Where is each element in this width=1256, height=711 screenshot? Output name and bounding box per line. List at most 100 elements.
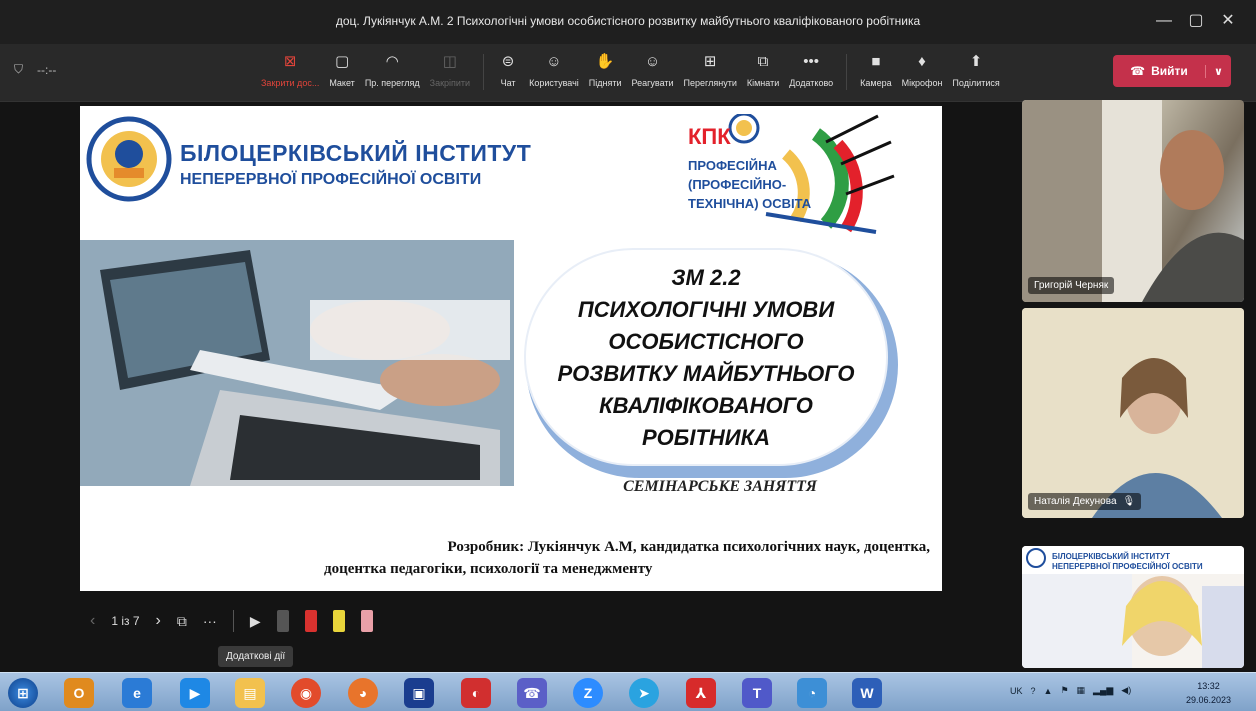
clock-date: 29.06.2023 bbox=[1186, 695, 1232, 705]
close-icon[interactable]: ✕ bbox=[1214, 10, 1242, 32]
pen-red-icon[interactable] bbox=[304, 610, 317, 632]
viber-icon[interactable]: ☎ bbox=[517, 678, 547, 708]
author-line2: доцентка педагогіки, психології та менед… bbox=[324, 561, 653, 577]
participant-tile[interactable]: Григорій Черняк bbox=[1022, 100, 1244, 302]
preview-line1: БІЛОЦЕРКІВСЬКИЙ ІНСТИТУТ bbox=[1052, 552, 1170, 561]
topic-line-5: КВАЛІФІКОВАНОГО bbox=[599, 393, 813, 418]
teams-icon[interactable]: T bbox=[742, 678, 772, 708]
divider bbox=[232, 610, 234, 632]
seminar-label: СЕМІНАРСЬКЕ ЗАНЯТТЯ bbox=[623, 478, 817, 495]
kpk-subtitle: ПРОФЕСІЙНА (ПРОФЕСІЙНО- ТЕХНІЧНА) ОСВІТА bbox=[688, 156, 811, 213]
author-info: Розробник: Лукіянчук А.М, кандидатка пси… bbox=[320, 536, 930, 580]
preview-line2: НЕПЕРЕРВНОЇ ПРОФЕСІЙНОЇ ОСВІТИ bbox=[1052, 562, 1203, 571]
toolbar-button-label: Користувачі bbox=[529, 78, 579, 88]
participant-name: Наталія Декунова 🎙 bbox=[1028, 493, 1142, 510]
toolbar-divider bbox=[483, 54, 485, 90]
participant-tile[interactable]: Наталія Декунова 🎙 bbox=[1022, 308, 1244, 518]
people-icon: ☺ bbox=[546, 52, 562, 70]
more-actions-icon[interactable]: ··· bbox=[203, 613, 217, 629]
toolbar-button[interactable]: ⊞ Переглянути bbox=[684, 50, 737, 88]
next-slide-icon[interactable]: › bbox=[156, 612, 161, 630]
word-icon[interactable]: W bbox=[852, 678, 882, 708]
highlighter-icon[interactable] bbox=[332, 610, 345, 632]
laptop-photo bbox=[80, 240, 514, 486]
phone-icon: ☎ bbox=[1130, 64, 1146, 78]
telegram-icon[interactable]: ➤ bbox=[629, 678, 659, 708]
window-title: доц. Лукіянчук А.М. 2 Психологічні умови… bbox=[335, 14, 921, 28]
toolbar-button[interactable]: ☺ Користувачі bbox=[529, 50, 579, 89]
mic-muted-icon: 🎙 bbox=[1122, 496, 1136, 507]
help-icon[interactable]: ? bbox=[1031, 686, 1036, 696]
flag-icon[interactable]: ⚑ bbox=[1060, 685, 1068, 696]
leave-label: Вийти bbox=[1151, 64, 1188, 78]
firefox-icon[interactable]: ◕ bbox=[348, 678, 378, 708]
toolbar-button[interactable]: ⊜ Чат bbox=[497, 50, 519, 88]
title-bar: доц. Лукіянчук А.М. 2 Психологічні умови… bbox=[0, 0, 1256, 44]
camera-icon: ■ bbox=[871, 52, 881, 70]
windows-taskbar: ⊞ O e ▶ ▤ ◉ ◕ ▣ ◐ ☎ Z ➤ ⅄ T ◔ W UK ? ▲ ⚑… bbox=[0, 672, 1256, 711]
pointer-icon[interactable]: ▶ bbox=[250, 613, 261, 630]
toolbar-divider bbox=[846, 54, 848, 90]
system-tray: UK ? ▲ ⚑ ▦ ▂▄▆ ◀) bbox=[1010, 685, 1131, 696]
preview-title: БІЛОЦЕРКІВСЬКИЙ ІНСТИТУТ НЕПЕРЕРВНОЇ ПРО… bbox=[1052, 552, 1203, 572]
toolbar-left: ⛉ --:-- bbox=[14, 62, 56, 77]
toolbar-button-label: Закрити дос... bbox=[261, 78, 320, 88]
institute-line2: НЕПЕРЕРВНОЇ ПРОФЕСІЙНОЇ ОСВІТИ bbox=[180, 171, 482, 188]
toolbar-button-label: Макет bbox=[329, 78, 355, 88]
toolbar-button[interactable]: ▢ Макет bbox=[329, 50, 354, 88]
toolbar-button[interactable]: ⧉ Кімнати bbox=[747, 50, 779, 89]
meeting-timer: --:-- bbox=[37, 62, 57, 77]
leave-button[interactable]: ☎ Вийти ∨ bbox=[1113, 55, 1231, 87]
toolbar-button[interactable]: ■ Камера bbox=[860, 50, 892, 89]
zoom-icon[interactable]: Z bbox=[573, 678, 603, 708]
slide-sorter-icon[interactable]: ⧉ bbox=[177, 613, 187, 630]
toolbar-button-label: Реагувати bbox=[631, 78, 674, 88]
prev-slide-icon[interactable]: ‹ bbox=[90, 612, 95, 630]
volume-icon[interactable]: ◀) bbox=[1121, 685, 1131, 696]
institute-line1: БІЛОЦЕРКІВСЬКИЙ ІНСТИТУТ bbox=[180, 140, 532, 166]
clock[interactable]: 13:32 29.06.2023 bbox=[1186, 679, 1231, 707]
start-button[interactable]: ⊞ bbox=[8, 678, 38, 708]
signal-icon[interactable]: ▂▄▆ bbox=[1093, 685, 1113, 696]
author-line1: Розробник: Лукіянчук А.М, кандидатка пси… bbox=[447, 539, 930, 555]
toolbar-button[interactable]: ◫ Закріпити bbox=[430, 50, 470, 88]
ie-icon[interactable]: e bbox=[122, 678, 152, 708]
explorer-icon[interactable]: ▤ bbox=[235, 678, 265, 708]
toolbar-button[interactable]: ⬆ Поділитися bbox=[952, 50, 999, 88]
save-app-icon[interactable]: ▣ bbox=[404, 678, 434, 708]
toolbar-button[interactable]: ♦ Мікрофон bbox=[902, 50, 943, 89]
acrobat-icon[interactable]: ⅄ bbox=[686, 678, 716, 708]
kpk-sub-line3: ТЕХНІЧНА) ОСВІТА bbox=[688, 196, 812, 211]
app-red-icon[interactable]: ◐ bbox=[461, 678, 491, 708]
toolbar-button[interactable]: ✋ Підняти bbox=[589, 50, 622, 88]
chrome-icon[interactable]: ◉ bbox=[291, 678, 321, 708]
toolbar-button[interactable]: ◠ Пр. перегляд bbox=[365, 50, 420, 88]
toolbar-button-label: Закріпити bbox=[429, 78, 471, 88]
media-player-icon[interactable]: ▶ bbox=[180, 678, 210, 708]
network-icon[interactable]: ▦ bbox=[1077, 685, 1086, 696]
toolbar-button-label: Камера bbox=[860, 78, 892, 88]
rooms-icon: ⧉ bbox=[757, 52, 769, 70]
toolbar-button-label: Додатково bbox=[789, 78, 834, 88]
maximize-icon[interactable]: ▢ bbox=[1182, 10, 1210, 32]
outlook-icon[interactable]: O bbox=[64, 678, 94, 708]
topic-line-2: ПСИХОЛОГІЧНІ УМОВИ bbox=[577, 297, 835, 322]
toolbar-button[interactable]: ••• Додатково bbox=[789, 50, 834, 89]
tray-arrow-icon[interactable]: ▲ bbox=[1044, 686, 1053, 696]
app-icon[interactable]: ◔ bbox=[797, 678, 827, 708]
pen-gray-icon[interactable] bbox=[276, 610, 289, 632]
topic-line-3: ОСОБИСТІСНОГО bbox=[608, 329, 804, 354]
kpk-sub-line2: (ПРОФЕСІЙНО- bbox=[688, 177, 787, 192]
toolbar-button-label: Поділитися bbox=[952, 78, 1000, 88]
toolbar-items: ⊠ Закрити дос... ▢ Макет ◠ Пр. перегляд ◫ Закрі… bbox=[256, 50, 1005, 90]
minimize-icon[interactable]: — bbox=[1150, 10, 1178, 32]
chevron-down-icon[interactable]: ∨ bbox=[1205, 64, 1231, 78]
toolbar-button[interactable]: ⊠ Закрити дос... bbox=[261, 50, 319, 88]
clock-time: 13:32 bbox=[1197, 681, 1220, 691]
shield-icon[interactable]: ⛉ bbox=[14, 62, 23, 77]
toolbar-button[interactable]: ☺ Реагувати bbox=[631, 50, 674, 89]
more-icon: ••• bbox=[803, 52, 820, 70]
eraser-icon[interactable] bbox=[360, 610, 373, 632]
language-indicator[interactable]: UK bbox=[1010, 686, 1023, 696]
slide-preview-tile[interactable]: БІЛОЦЕРКІВСЬКИЙ ІНСТИТУТ НЕПЕРЕРВНОЇ ПРО… bbox=[1022, 546, 1244, 668]
